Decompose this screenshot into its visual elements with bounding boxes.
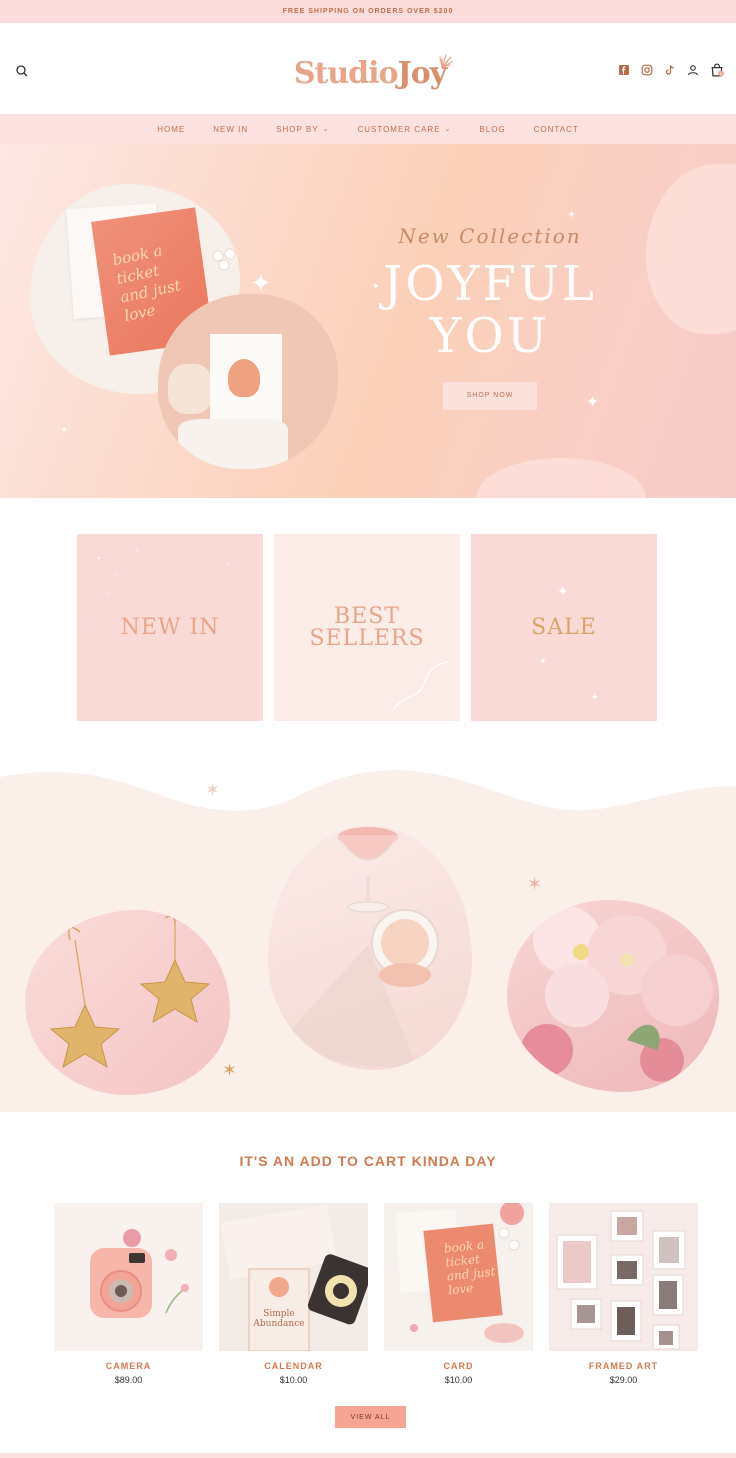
product-image-framed-art[interactable] bbox=[549, 1203, 698, 1351]
product-image-card[interactable]: book a ticket and just love bbox=[384, 1203, 533, 1351]
card-script-text: book a ticket and just love bbox=[443, 1237, 497, 1298]
category-tile-sale[interactable]: ✦ ✦ ✦ SALE bbox=[471, 534, 657, 721]
product-card[interactable]: FRAMED ART $29.00 bbox=[549, 1203, 698, 1385]
hero-text: New Collection JOYFUL YOU SHOP NOW bbox=[360, 224, 620, 410]
announcement-bar: FREE SHIPPING ON ORDERS OVER $200 bbox=[0, 0, 736, 23]
product-name[interactable]: CALENDAR bbox=[219, 1361, 368, 1371]
sun-icon bbox=[439, 54, 453, 68]
site-header: StudioJoy 0 bbox=[0, 23, 736, 114]
tiktok-icon[interactable] bbox=[664, 64, 676, 76]
product-image-camera[interactable] bbox=[54, 1203, 203, 1351]
facebook-icon[interactable] bbox=[618, 64, 630, 76]
lifestyle-gallery: ✶ ✶ ✶ bbox=[0, 765, 736, 1112]
nav-item-home[interactable]: HOME bbox=[157, 125, 185, 134]
decorative-blob bbox=[476, 458, 646, 498]
category-tiles: NEW IN BEST SELLERS ✦ ✦ ✦ SALE bbox=[77, 534, 659, 721]
product-price: $10.00 bbox=[444, 1375, 473, 1385]
product-grid: CAMERA $89.00 Simple Abundance CALENDAR … bbox=[54, 1203, 698, 1385]
sparkle-icon: ✦ bbox=[557, 583, 569, 599]
product-card[interactable]: CAMERA $89.00 bbox=[54, 1203, 203, 1385]
vase-illustration bbox=[228, 359, 260, 397]
star-earrings bbox=[49, 915, 211, 1069]
sparkle-icon: ✦ bbox=[567, 209, 577, 221]
header-icons: 0 bbox=[618, 63, 724, 77]
view-all-button[interactable]: VIEW ALL bbox=[335, 1406, 406, 1428]
shop-now-button[interactable]: SHOP NOW bbox=[443, 382, 537, 410]
product-price: $10.00 bbox=[279, 1375, 308, 1385]
search-icon[interactable] bbox=[14, 63, 30, 79]
chevron-down-icon: ⌄ bbox=[444, 126, 452, 133]
category-tile-best-sellers[interactable]: BEST SELLERS bbox=[274, 534, 460, 721]
main-nav: HOME NEW IN SHOP BY ⌄ CUSTOMER CARE ⌄ BLOG… bbox=[0, 114, 736, 144]
framed-art-illustration bbox=[556, 1210, 686, 1350]
card-script-text: book a ticket and just love bbox=[110, 241, 183, 326]
buttons-decoration bbox=[212, 248, 236, 271]
chevron-down-icon: ⌄ bbox=[322, 126, 330, 133]
hero-eyebrow: New Collection bbox=[398, 224, 582, 248]
nav-item-contact[interactable]: CONTACT bbox=[534, 125, 579, 134]
products-heading: IT'S AN ADD TO CART KINDA DAY bbox=[239, 1153, 497, 1169]
logo-text: StudioJoy bbox=[293, 55, 447, 91]
product-card[interactable]: book a ticket and just love CARD $10.00 bbox=[384, 1203, 533, 1385]
product-price: $89.00 bbox=[114, 1375, 143, 1385]
product-image-calendar[interactable]: Simple Abundance bbox=[219, 1203, 368, 1351]
book-title: Simple Abundance bbox=[253, 1309, 305, 1329]
footer-strip bbox=[0, 1453, 736, 1458]
confetti-dots bbox=[90, 549, 228, 625]
product-name[interactable]: FRAMED ART bbox=[549, 1361, 698, 1371]
sparkle-icon: ✦ bbox=[250, 268, 272, 298]
account-icon[interactable] bbox=[687, 64, 699, 76]
product-name[interactable]: CARD bbox=[384, 1361, 533, 1371]
nav-item-shop-by[interactable]: SHOP BY ⌄ bbox=[276, 125, 329, 134]
sparkle-icon: ✶ bbox=[527, 874, 543, 894]
category-tile-new-in[interactable]: NEW IN bbox=[77, 534, 263, 721]
product-price: $29.00 bbox=[609, 1375, 638, 1385]
decorative-blob bbox=[646, 164, 736, 334]
hand bbox=[168, 364, 213, 414]
instagram-icon[interactable] bbox=[641, 64, 653, 76]
nav-item-customer-care[interactable]: CUSTOMER CARE ⌄ bbox=[357, 125, 451, 134]
hero-banner: book a ticket and just love ✦ ✦ ✦ ✦ ✦ Ne… bbox=[0, 144, 736, 498]
announcement-text: FREE SHIPPING ON ORDERS OVER $200 bbox=[282, 8, 454, 15]
product-card[interactable]: Simple Abundance CALENDAR $10.00 bbox=[219, 1203, 368, 1385]
sparkle-icon: ✦ bbox=[60, 425, 69, 436]
nav-item-blog[interactable]: BLOG bbox=[479, 125, 505, 134]
cart-icon[interactable]: 0 bbox=[710, 63, 724, 77]
sparkle-icon: ✶ bbox=[222, 1060, 238, 1080]
logo[interactable]: StudioJoy bbox=[270, 45, 470, 101]
category-label: SALE bbox=[531, 614, 597, 640]
squiggle-line bbox=[393, 661, 450, 710]
camera-illustration bbox=[90, 1229, 189, 1318]
plaster-texture bbox=[178, 419, 288, 469]
product-name[interactable]: CAMERA bbox=[54, 1361, 203, 1371]
sparkle-icon: ✦ bbox=[539, 656, 547, 666]
sparkle-icon: ✦ bbox=[591, 692, 599, 702]
nav-item-new-in[interactable]: NEW IN bbox=[213, 125, 248, 134]
hero-vase-photo bbox=[158, 294, 338, 469]
earrings-photo bbox=[25, 910, 230, 1095]
hero-title: JOYFUL YOU bbox=[383, 256, 597, 364]
sparkle-icon: ✶ bbox=[205, 780, 221, 800]
